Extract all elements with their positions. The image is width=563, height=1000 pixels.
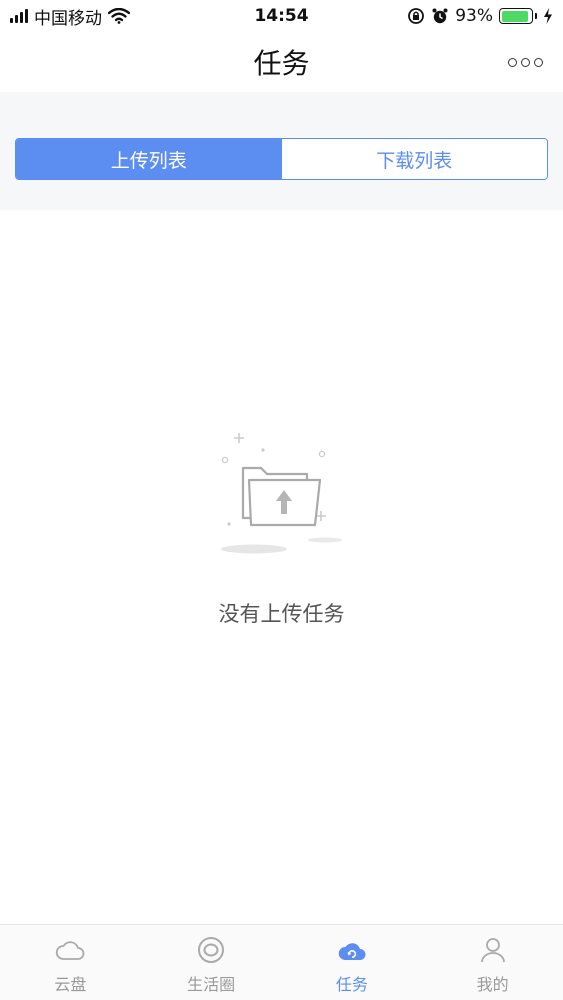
person-icon <box>480 938 505 963</box>
tab-bar: 云盘 生活圈 任务 我的 <box>0 924 563 1000</box>
rotation-lock-icon <box>408 8 425 24</box>
circle-icon <box>198 937 225 963</box>
wifi-icon <box>108 8 130 24</box>
nav-bar: 任务 <box>0 32 563 92</box>
empty-folder-upload-icon <box>221 433 342 554</box>
status-bar: 中国移动 14:54 93% <box>0 0 563 32</box>
tab-download-list[interactable]: 下载列表 <box>281 139 547 179</box>
cloud-icon <box>56 941 85 960</box>
signal-icon <box>10 9 28 23</box>
tab-upload-list[interactable]: 上传列表 <box>16 139 282 179</box>
task-cloud-icon <box>338 943 366 960</box>
carrier-label: 中国移动 <box>34 8 102 29</box>
empty-state-message: 没有上传任务 <box>218 602 345 626</box>
page-title: 任务 <box>253 47 310 80</box>
status-left: 中国移动 <box>10 4 130 29</box>
battery-icon <box>499 8 537 24</box>
more-dot-icon <box>534 57 543 67</box>
battery-percent: 93% <box>455 6 493 26</box>
tab-cloud-drive-label: 云盘 <box>54 975 87 994</box>
segmented-control: 上传列表 下载列表 <box>15 138 548 180</box>
tab-cloud-drive[interactable]: 云盘 <box>0 925 141 1000</box>
alarm-icon <box>432 8 448 24</box>
more-button[interactable] <box>508 52 543 72</box>
more-dot-icon <box>521 57 530 67</box>
segment-area: 上传列表 下载列表 <box>0 92 563 210</box>
tab-life-circle[interactable]: 生活圈 <box>141 925 282 1000</box>
tab-tasks-label: 任务 <box>335 975 368 994</box>
tab-mine[interactable]: 我的 <box>422 925 563 1000</box>
tab-mine-label: 我的 <box>476 975 509 994</box>
charging-icon <box>544 8 552 24</box>
more-dot-icon <box>508 57 517 67</box>
status-right: 93% <box>407 6 553 26</box>
tab-tasks[interactable]: 任务 <box>282 925 423 1000</box>
tab-life-circle-label: 生活圈 <box>187 975 236 994</box>
